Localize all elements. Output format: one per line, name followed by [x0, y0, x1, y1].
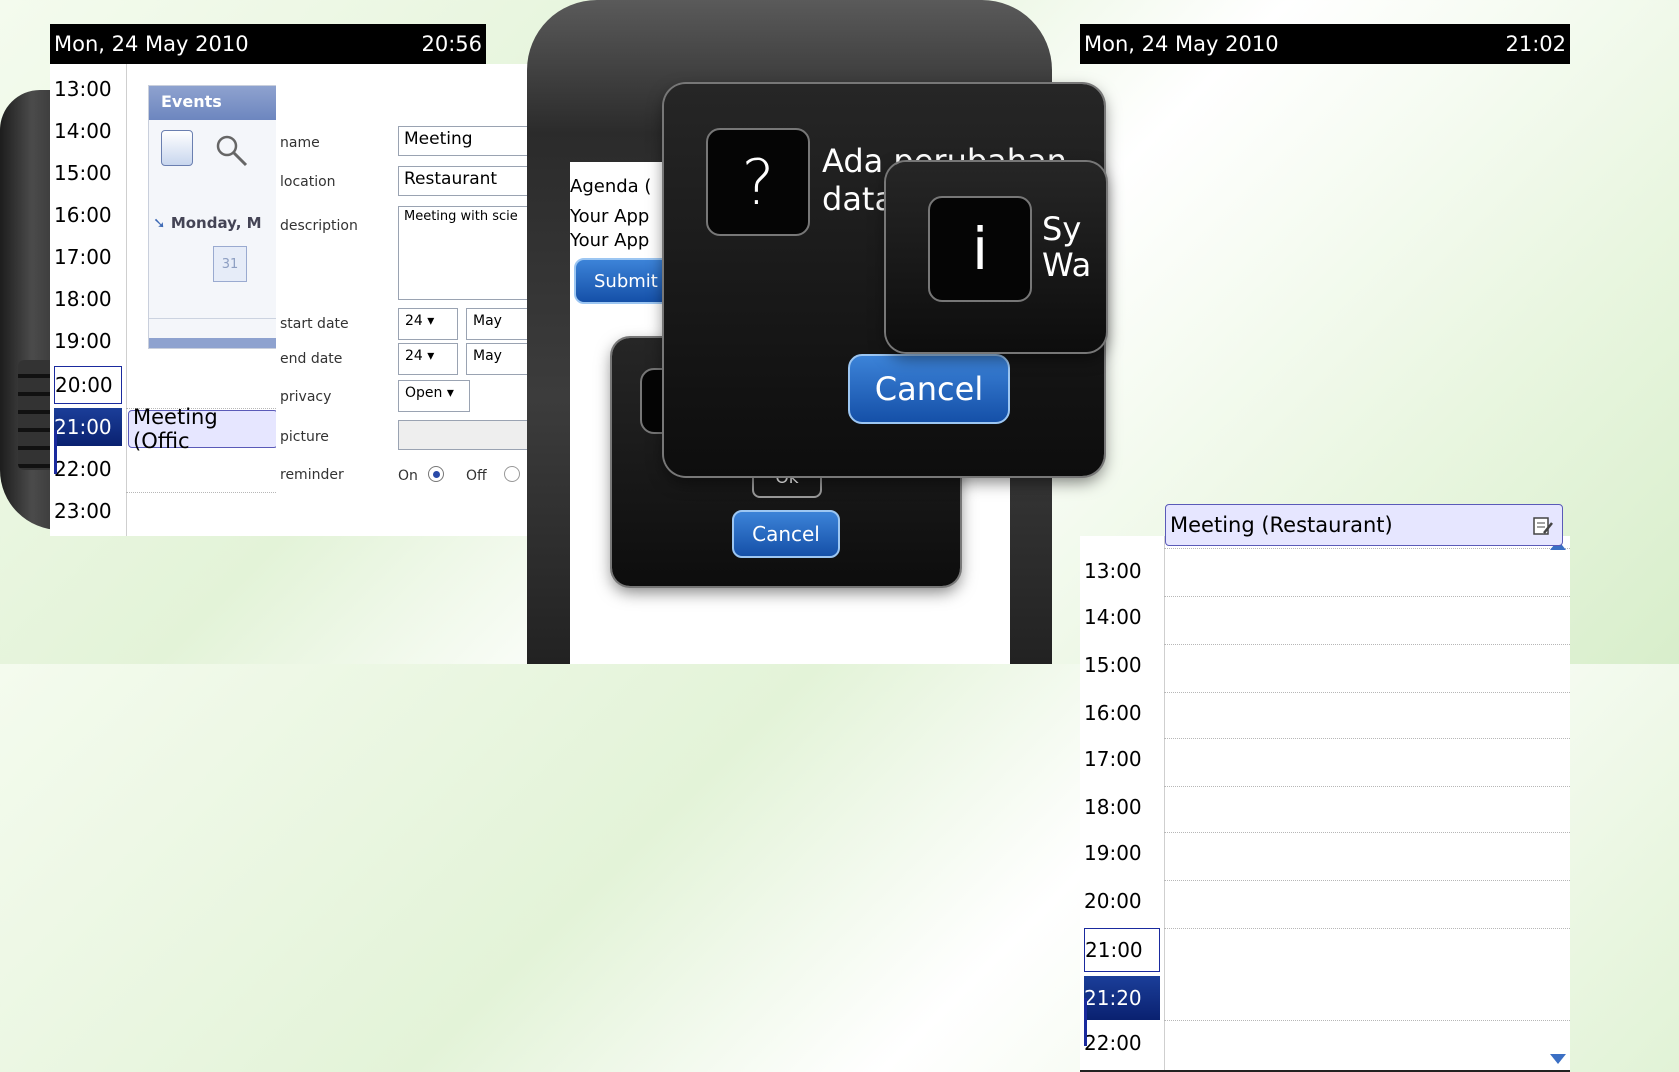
privacy-value: Open — [405, 385, 443, 401]
right-calendar: Mon, 24 May 2010 21:02 — [1080, 24, 1570, 64]
hour-label: 13:00 — [54, 77, 112, 101]
reminder-on-radio[interactable] — [428, 466, 444, 482]
events-panel-title: Events — [149, 86, 277, 120]
end-day-select[interactable]: 24 ▾ — [398, 343, 458, 375]
hour-slot-selected[interactable]: 20:00 — [54, 366, 122, 404]
expand-arrow-icon: ➘ — [153, 214, 166, 232]
dropdown-arrow-icon: ▾ — [446, 385, 454, 401]
hour-label: 16:00 — [1084, 701, 1142, 725]
question-mark-icon: ? — [706, 128, 810, 236]
edit-note-icon — [1533, 517, 1553, 535]
hour-label: 22:00 — [1084, 1031, 1142, 1055]
new-event-icon[interactable] — [161, 130, 193, 166]
hour-label: 20:00 — [1084, 889, 1142, 913]
cancel-button[interactable]: Cancel — [732, 510, 840, 558]
hour-slot-current[interactable]: 21:00 — [54, 408, 122, 446]
hour-label: 19:00 — [1084, 841, 1142, 865]
calendar-icon: 31 — [213, 246, 247, 282]
events-date-label: Monday, M — [170, 214, 262, 232]
scroll-down-icon[interactable] — [1550, 1054, 1566, 1064]
info-dialog-text-2: Wa — [1042, 246, 1092, 284]
hour-slot-selected[interactable]: 21:00 — [1084, 928, 1160, 972]
search-icon[interactable] — [215, 134, 249, 168]
location-field[interactable]: Restaurant — [398, 166, 528, 196]
picture-field[interactable] — [398, 420, 528, 450]
picture-label: picture — [280, 429, 329, 445]
right-calendar-clock: 21:02 — [1505, 32, 1566, 56]
hour-label: 22:00 — [54, 457, 112, 481]
dropdown-arrow-icon: ▾ — [427, 348, 435, 364]
name-field[interactable]: Meeting — [398, 126, 528, 156]
reminder-off-radio[interactable] — [504, 466, 520, 482]
hour-label: 14:00 — [54, 119, 112, 143]
event-duration-bar — [1084, 998, 1087, 1046]
hour-label: 15:00 — [1084, 653, 1142, 677]
end-date-label: end date — [280, 351, 343, 367]
reminder-on-label: On — [398, 468, 418, 484]
reminder-label: reminder — [280, 467, 344, 483]
hour-label: 18:00 — [1084, 795, 1142, 819]
right-calendar-event[interactable]: Meeting (Restaurant) — [1165, 504, 1563, 546]
start-month-select[interactable]: May — [466, 308, 528, 340]
left-calendar-clock: 20:56 — [421, 32, 482, 56]
description-label: description — [280, 218, 358, 234]
reminder-off-label: Off — [466, 468, 487, 484]
event-duration-bar — [54, 430, 57, 474]
hour-slot-current[interactable]: 21:20 — [1084, 976, 1160, 1020]
left-calendar: Mon, 24 May 2010 20:56 — [50, 24, 486, 64]
left-calendar-date: Mon, 24 May 2010 — [54, 32, 249, 56]
event-form: name Meeting location Restaurant descrip… — [276, 64, 528, 536]
start-day-select[interactable]: 24 ▾ — [398, 308, 458, 340]
left-calendar-statusbar: Mon, 24 May 2010 20:56 — [50, 24, 486, 64]
right-calendar-day-view: 13:00 14:00 15:00 16:00 17:00 18:00 19:0… — [1080, 536, 1570, 1072]
question-dialog-text-2: data — [822, 180, 895, 218]
agenda-title: Agenda ( — [570, 176, 652, 197]
description-field[interactable]: Meeting with scie — [398, 206, 528, 300]
hour-label: 16:00 — [54, 203, 112, 227]
start-day-value: 24 — [405, 313, 423, 329]
privacy-select[interactable]: Open ▾ — [398, 380, 470, 412]
hour-label: 17:00 — [54, 245, 112, 269]
cancel-button[interactable]: Cancel — [848, 354, 1010, 424]
start-date-label: start date — [280, 316, 349, 332]
event-title: Meeting (Restaurant) — [1170, 513, 1393, 537]
end-day-value: 24 — [405, 348, 423, 364]
hour-label: 14:00 — [1084, 605, 1142, 629]
hour-label: 23:00 — [54, 499, 112, 523]
right-calendar-date: Mon, 24 May 2010 — [1084, 32, 1279, 56]
location-label: location — [280, 174, 336, 190]
right-calendar-statusbar: Mon, 24 May 2010 21:02 — [1080, 24, 1570, 64]
info-icon: i — [928, 196, 1032, 302]
agenda-line-1: Your App — [570, 206, 650, 227]
name-label: name — [280, 135, 320, 151]
calendar-icon-day: 31 — [221, 256, 239, 272]
privacy-label: privacy — [280, 389, 332, 405]
left-calendar-event[interactable]: Meeting (Offic — [128, 405, 278, 453]
hour-label: 15:00 — [54, 161, 112, 185]
hour-label: 19:00 — [54, 329, 112, 353]
end-month-select[interactable]: May — [466, 343, 528, 375]
hour-label: 18:00 — [54, 287, 112, 311]
hour-label: 13:00 — [1084, 559, 1142, 583]
events-date-heading[interactable]: ➘ Monday, M — [153, 214, 262, 232]
info-dialog-text-1: Sy — [1042, 210, 1082, 248]
hour-label: 17:00 — [1084, 747, 1142, 771]
info-dialog: i Sy Wa — [886, 162, 1106, 352]
dropdown-arrow-icon: ▾ — [427, 313, 435, 329]
events-panel: Events ➘ Monday, M 31 — [148, 85, 278, 349]
event-title: Meeting (Offic — [133, 405, 218, 453]
agenda-line-2: Your App — [570, 230, 650, 251]
